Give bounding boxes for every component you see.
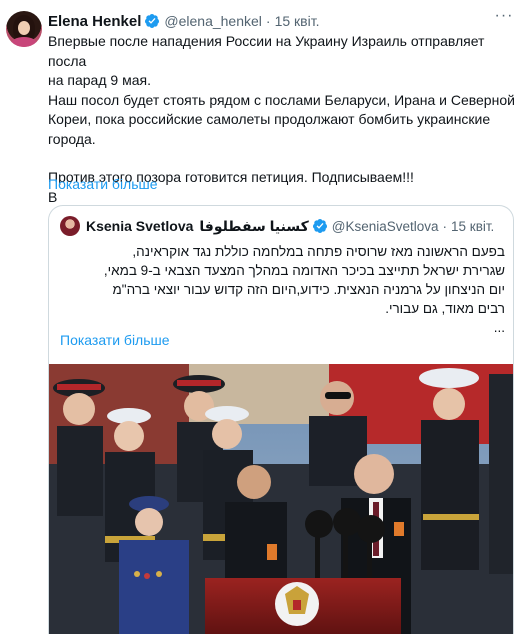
tweet-text-line: Наш посол будет стоять рядом с послами Б…	[48, 91, 515, 108]
verified-badge-icon	[312, 219, 327, 233]
quoted-show-more-link[interactable]: Показати більше	[60, 332, 170, 348]
quoted-text-line: רבים מאוד, גם עבורי.	[385, 301, 505, 316]
quoted-tweet[interactable]: Ksenia Svetlova كسنيا سفطلوفا @KseniaSve…	[48, 205, 514, 634]
separator-dot: ·	[442, 218, 448, 234]
author-handle[interactable]: @elena_henkel	[164, 13, 262, 29]
quoted-text-line: יום הניצחון על גרמניה הנאצית. כידוע,היום…	[112, 282, 506, 297]
tweet-card[interactable]: Elena Henkel @elena_henkel · 15 квіт. ··…	[0, 0, 528, 634]
tweet-timestamp[interactable]: 15 квіт.	[275, 13, 320, 29]
tweet-text-line: Впервые после нападения России на Украин…	[48, 33, 485, 69]
quoted-text-line: שגרירת ישראל תתייצב בכיכר האדומה במהלך ה…	[103, 263, 505, 278]
quoted-tweet-header: Ksenia Svetlova كسنيا سفطلوفا @KseniaSve…	[60, 216, 494, 236]
tweet-text-line: на парад 9 мая.	[48, 72, 151, 88]
quoted-author-name-arabic[interactable]: كسنيا سفطلوفا	[199, 218, 308, 235]
show-more-link[interactable]: Показати більше	[48, 176, 158, 192]
tweet-text-line: Кореи, пока российские самолеты продолжа…	[48, 111, 491, 127]
parade-photo-illustration	[49, 364, 513, 634]
quoted-author-avatar[interactable]	[60, 216, 80, 236]
quoted-text-line: בפעם הראשונה מאז שרוסיה פתחה במלחמה כולל…	[132, 244, 505, 259]
more-horizontal-icon[interactable]: ···	[494, 8, 514, 26]
parade-photo[interactable]	[49, 364, 513, 634]
tweet-text-line: города.	[48, 130, 96, 147]
quoted-tweet-timestamp[interactable]: 15 квіт.	[451, 219, 494, 234]
tweet-header: Elena Henkel @elena_henkel · 15 квіт.	[48, 12, 319, 30]
author-name[interactable]: Elena Henkel	[48, 13, 141, 30]
quoted-tweet-text: בפעם הראשונה מאז שרוסיה פתחה במלחמה כולל…	[59, 242, 505, 337]
verified-badge-icon	[145, 14, 160, 28]
quoted-author-name[interactable]: Ksenia Svetlova	[86, 218, 193, 234]
quoted-author-handle[interactable]: @KseniaSvetlova	[332, 219, 439, 234]
author-avatar[interactable]	[6, 11, 42, 47]
separator-dot: ·	[265, 13, 271, 29]
